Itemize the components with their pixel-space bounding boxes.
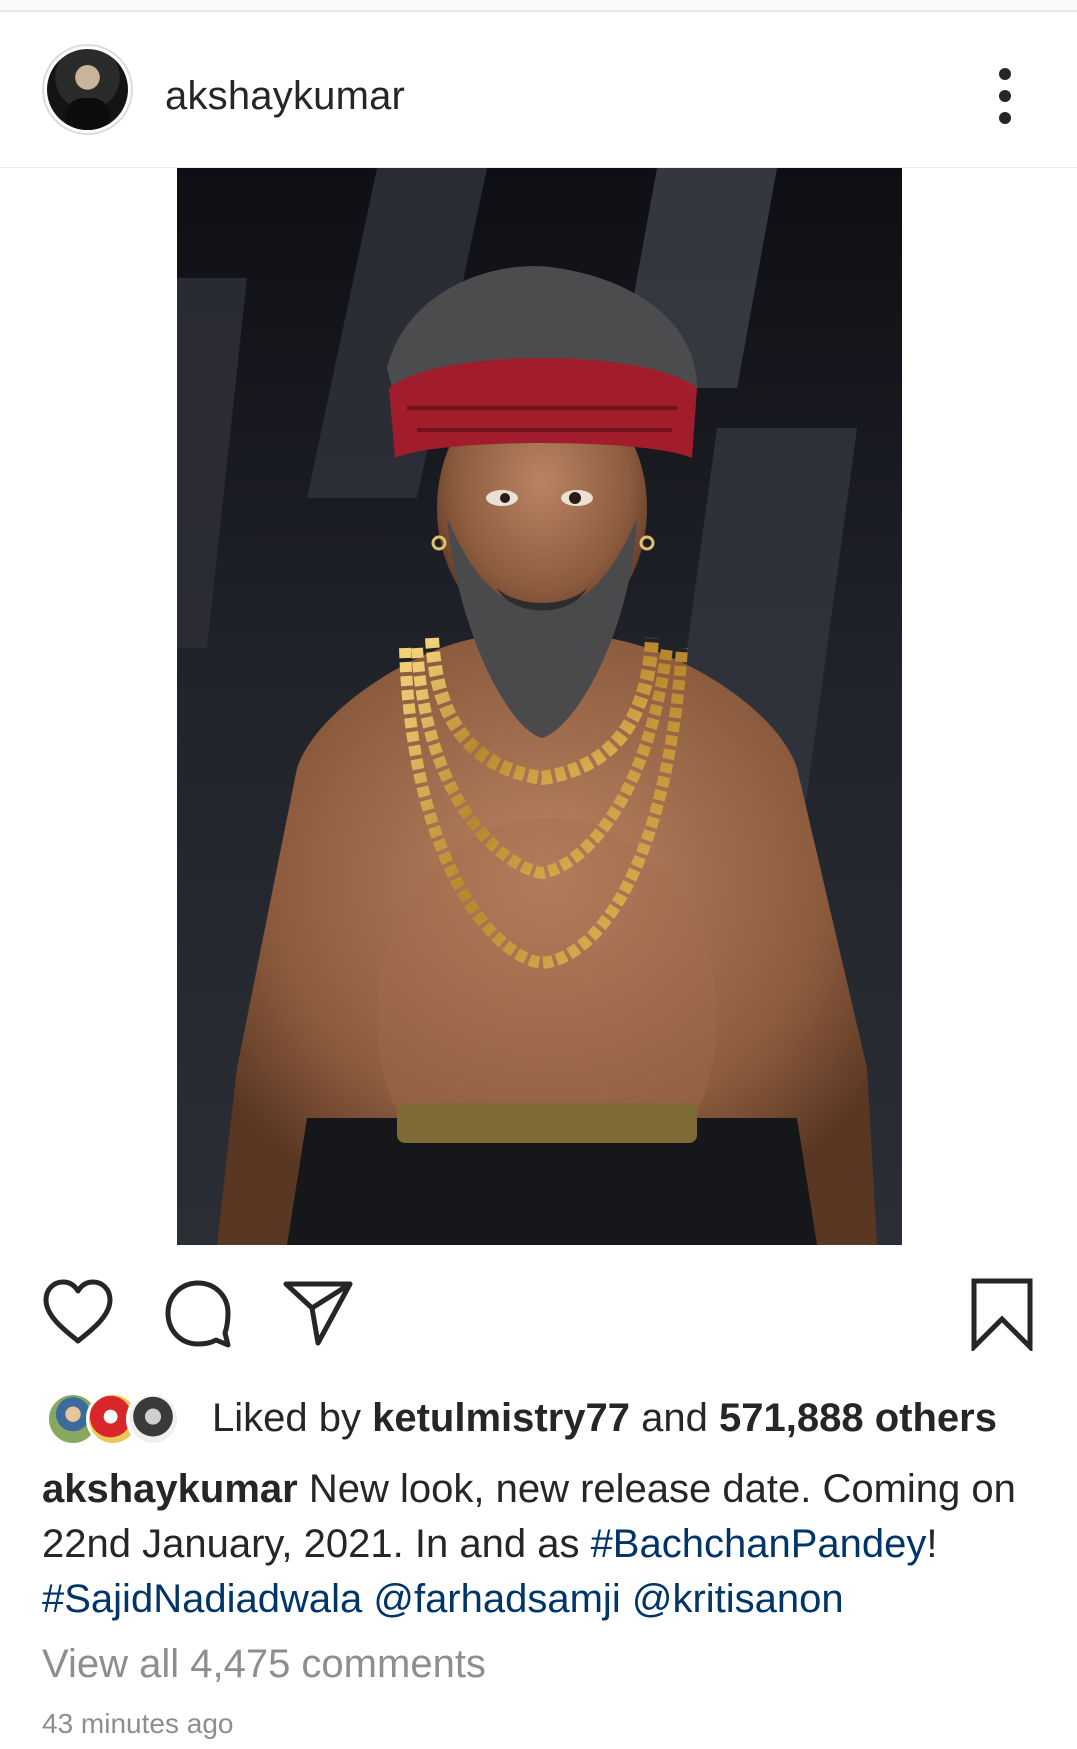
liker-avatar <box>126 1392 180 1446</box>
post-caption: akshaykumar New look, new release date. … <box>42 1462 1052 1627</box>
caption-text: ! <box>926 1522 938 1566</box>
avatar-image <box>47 49 128 130</box>
mention-link[interactable]: @kritisanon <box>632 1577 844 1621</box>
send-icon[interactable] <box>282 1279 354 1347</box>
bookmark-icon[interactable] <box>970 1277 1034 1351</box>
post-actions <box>0 1275 1077 1355</box>
likes-middle: and <box>630 1396 719 1440</box>
more-options-icon[interactable] <box>990 66 1020 126</box>
hashtag-link[interactable]: #BachchanPandey <box>591 1522 927 1566</box>
heart-icon[interactable] <box>40 1277 116 1347</box>
caption-space <box>621 1577 632 1621</box>
likes-prefix: Liked by <box>212 1396 373 1440</box>
post-username[interactable]: akshaykumar <box>165 74 405 119</box>
hashtag-link[interactable]: #SajidNadiadwala <box>42 1577 362 1621</box>
likes-summary[interactable]: Liked by ketulmistry77 and 571,888 other… <box>212 1396 997 1441</box>
comment-icon[interactable] <box>162 1277 234 1349</box>
liker-avatars <box>46 1390 186 1448</box>
liker-username[interactable]: ketulmistry77 <box>372 1396 630 1440</box>
post-timestamp: 43 minutes ago <box>42 1708 234 1739</box>
status-divider <box>0 0 1077 12</box>
caption-username[interactable]: akshaykumar <box>42 1467 298 1511</box>
post-image[interactable] <box>177 168 902 1245</box>
caption-space <box>362 1577 373 1621</box>
mention-link[interactable]: @farhadsamji <box>373 1577 620 1621</box>
view-all-comments-link[interactable]: View all 4,475 comments <box>42 1642 486 1687</box>
likes-count[interactable]: 571,888 others <box>719 1396 997 1440</box>
post-header: akshaykumar <box>0 14 1077 168</box>
profile-avatar[interactable] <box>42 44 133 135</box>
likes-row: Liked by ketulmistry77 and 571,888 other… <box>0 1390 1077 1450</box>
